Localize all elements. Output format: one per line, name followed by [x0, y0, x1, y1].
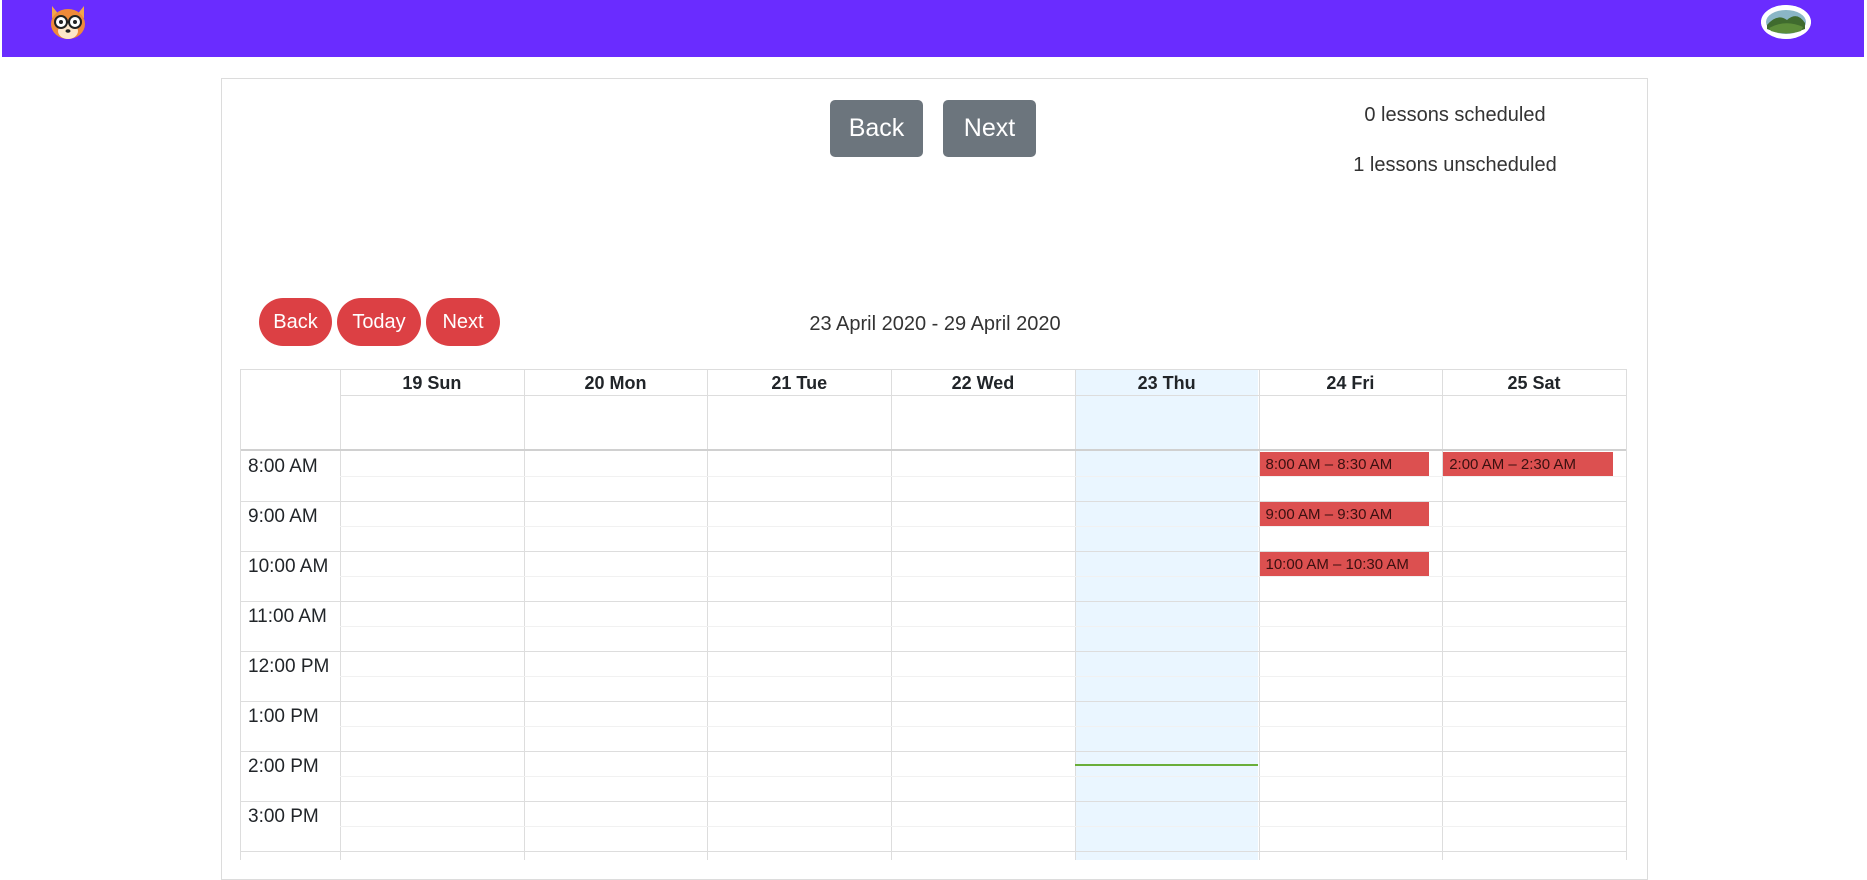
pager-back-button[interactable]: Back [830, 100, 923, 157]
day-header[interactable]: 19 Sun [340, 373, 524, 394]
half-hour-divider [340, 576, 1626, 577]
pager-next-button[interactable]: Next [943, 100, 1036, 157]
day-column-divider [1074, 370, 1076, 860]
half-hour-divider [340, 776, 1626, 777]
time-slot-label: 8:00 AM [248, 456, 318, 477]
calendar-back-button[interactable]: Back [259, 298, 332, 346]
hour-row-divider [241, 651, 1626, 652]
lessons-scheduled-count: 0 lessons scheduled [1364, 104, 1546, 126]
hour-row-divider [241, 851, 1626, 852]
lesson-event[interactable]: 9:00 AM – 9:30 AM [1259, 502, 1430, 526]
day-column-divider [340, 370, 341, 860]
day-column-divider [707, 370, 709, 860]
day-column-divider [891, 370, 893, 860]
allday-row-divider [241, 449, 1626, 451]
header-separator [340, 395, 1626, 396]
day-column-divider [1442, 370, 1444, 860]
day-header[interactable]: 25 Sat [1442, 373, 1626, 394]
day-column-divider [1258, 370, 1260, 860]
hour-row-divider [241, 751, 1626, 752]
half-hour-divider [340, 626, 1626, 627]
user-avatar-icon[interactable] [1761, 5, 1811, 39]
time-slot-label: 11:00 AM [248, 606, 327, 627]
day-header[interactable]: 22 Wed [891, 373, 1075, 394]
day-header[interactable]: 20 Mon [524, 373, 708, 394]
hour-row-divider [241, 601, 1626, 602]
half-hour-divider [340, 826, 1626, 827]
half-hour-divider [340, 526, 1626, 527]
today-column-highlight [1074, 370, 1259, 860]
top-navbar [2, 0, 1864, 57]
current-time-indicator [1074, 763, 1259, 766]
time-slot-label: 9:00 AM [248, 506, 318, 527]
lesson-event[interactable]: 10:00 AM – 10:30 AM [1259, 552, 1430, 576]
week-calendar: 19 Sun 20 Mon 21 Tue 22 Wed 23 Thu 24 Fri 25 S… [240, 369, 1627, 860]
date-range-label: 23 April 2020 - 29 April 2020 [809, 313, 1061, 335]
day-header[interactable]: 23 Thu [1075, 373, 1259, 394]
fox-logo-icon[interactable] [46, 2, 90, 42]
time-slot-label: 1:00 PM [248, 706, 319, 727]
day-column-divider [523, 370, 525, 860]
time-slot-label: 3:00 PM [248, 806, 319, 827]
time-slot-label: 12:00 PM [248, 656, 330, 677]
half-hour-divider [340, 476, 1626, 477]
hour-row-divider [241, 701, 1626, 702]
day-header[interactable]: 24 Fri [1259, 373, 1443, 394]
time-slot-label: 10:00 AM [248, 556, 329, 577]
day-header[interactable]: 21 Tue [707, 373, 891, 394]
time-slot-label: 2:00 PM [248, 756, 319, 777]
calendar-next-button[interactable]: Next [426, 298, 500, 346]
calendar-today-button[interactable]: Today [337, 298, 421, 346]
half-hour-divider [340, 726, 1626, 727]
lessons-unscheduled-count: 1 lessons unscheduled [1353, 154, 1557, 176]
lesson-event[interactable]: 8:00 AM – 8:30 AM [1259, 452, 1430, 476]
half-hour-divider [340, 676, 1626, 677]
hour-row-divider [241, 801, 1626, 802]
lesson-event[interactable]: 2:00 AM – 2:30 AM [1443, 452, 1613, 476]
